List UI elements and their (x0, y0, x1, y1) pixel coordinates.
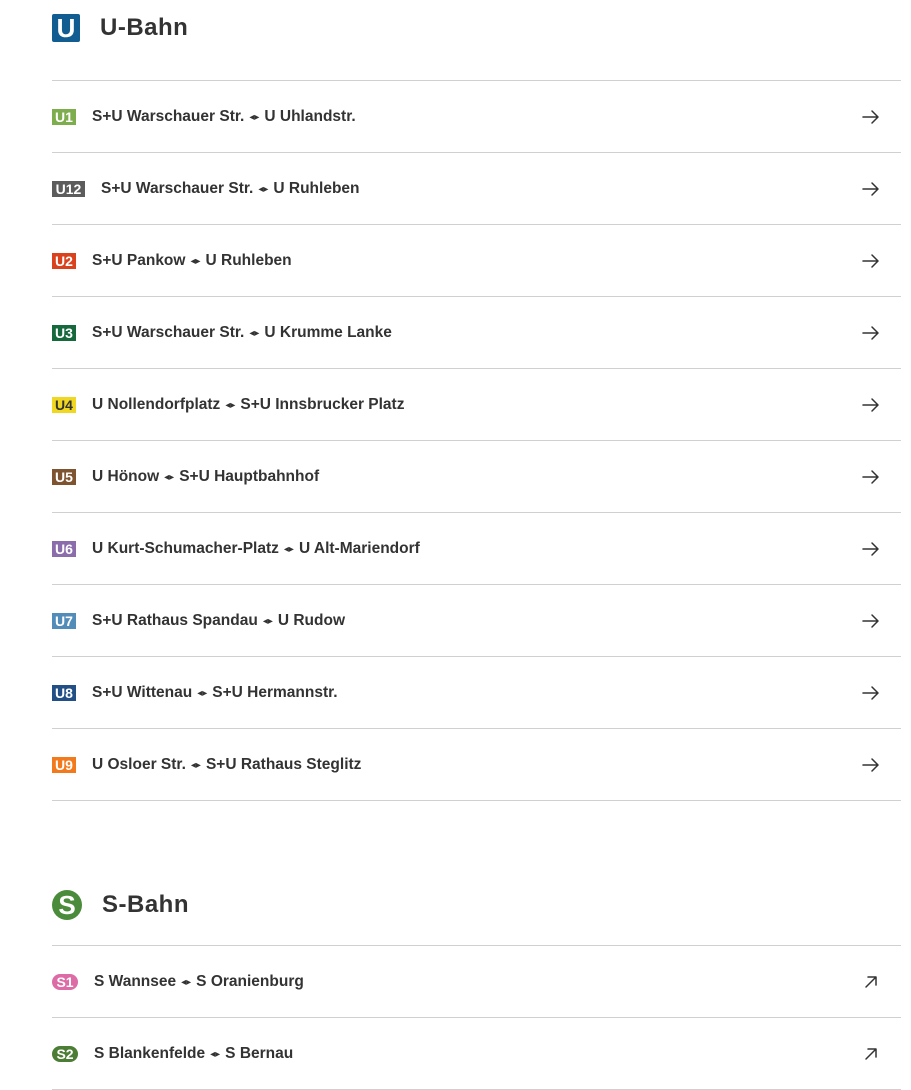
route-text: S Wannsee ◂▸ S Oranienburg (94, 973, 304, 991)
ubahn-line-list: U1 S+U Warschauer Str. ◂▸ U Uhlandstr. U12 S+… (52, 80, 901, 801)
line-row-u7[interactable]: U7 S+U Rathaus Spandau ◂▸ U Rudow (52, 585, 901, 657)
route-text: S+U Pankow ◂▸ U Ruhleben (92, 252, 292, 270)
route-to: S+U Innsbrucker Platz (240, 395, 405, 413)
route-to: U Alt-Mariendorf (298, 539, 420, 557)
line-badge: U2 (52, 252, 76, 269)
route-from: S Blankenfelde (94, 1044, 206, 1062)
bidirectional-arrows-icon: ◂▸ (258, 183, 269, 195)
line-badge: U5 (52, 468, 76, 485)
bidirectional-arrows-icon: ◂▸ (225, 399, 236, 411)
line-badge: U4 (52, 396, 76, 413)
sbahn-line-list: S1 S Wannsee ◂▸ S Oranienburg S2 S Blankenfel… (52, 945, 901, 1090)
bidirectional-arrows-icon: ◂▸ (210, 1048, 221, 1060)
arrow-right-icon (861, 467, 881, 487)
line-badge: U6 (52, 540, 76, 557)
route-from: S+U Warschauer Str. (92, 323, 245, 341)
route-from: U Osloer Str. (92, 755, 186, 773)
route-from: U Hönow (92, 467, 160, 485)
line-badge: U9 (52, 756, 76, 773)
route-text: S+U Wittenau ◂▸ S+U Hermannstr. (92, 684, 338, 702)
route-text: U Kurt-Schumacher-Platz ◂▸ U Alt-Mariendor… (92, 540, 420, 558)
line-badge: U12 (52, 180, 85, 197)
route-text: S+U Warschauer Str. ◂▸ U Uhlandstr. (92, 108, 356, 126)
arrow-right-icon (861, 683, 881, 703)
arrow-right-icon (861, 539, 881, 559)
arrow-right-icon (861, 179, 881, 199)
bidirectional-arrows-icon: ◂▸ (190, 759, 201, 771)
line-badge: U3 (52, 324, 76, 341)
arrow-right-icon (861, 755, 881, 775)
line-badge: U1 (52, 108, 76, 125)
route-to: S Bernau (225, 1044, 294, 1062)
ubahn-title: U-Bahn (100, 14, 189, 41)
route-to: S+U Hauptbahnhof (179, 467, 320, 485)
line-badge: S2 (52, 1045, 78, 1062)
bidirectional-arrows-icon: ◂▸ (249, 327, 260, 339)
ubahn-logo-icon: U (52, 13, 80, 43)
bidirectional-arrows-icon: ◂▸ (249, 111, 260, 123)
arrow-up-right-icon (861, 1044, 881, 1064)
line-row-u4[interactable]: U4 U Nollendorfplatz ◂▸ S+U Innsbrucker Pla… (52, 369, 901, 441)
arrow-right-icon (861, 251, 881, 271)
route-to: U Ruhleben (273, 179, 360, 197)
route-text: U Osloer Str. ◂▸ S+U Rathaus Steglitz (92, 756, 361, 774)
line-row-u3[interactable]: U3 S+U Warschauer Str. ◂▸ U Krumme Lanke (52, 297, 901, 369)
route-text: S+U Rathaus Spandau ◂▸ U Rudow (92, 612, 345, 630)
ubahn-section: U U-Bahn U1 S+U Warschauer Str. ◂▸ U Uhland… (52, 0, 901, 801)
route-to: S Oranienburg (196, 972, 304, 990)
sbahn-logo-icon: S (52, 890, 82, 920)
route-from: S Wannsee (94, 972, 177, 990)
route-from: S+U Pankow (92, 251, 186, 269)
route-to: S+U Rathaus Steglitz (205, 755, 362, 773)
line-row-u8[interactable]: U8 S+U Wittenau ◂▸ S+U Hermannstr. (52, 657, 901, 729)
line-row-u2[interactable]: U2 S+U Pankow ◂▸ U Ruhleben (52, 225, 901, 297)
arrow-right-icon (861, 107, 881, 127)
route-from: S+U Rathaus Spandau (92, 611, 258, 629)
sbahn-title: S-Bahn (102, 891, 189, 918)
bidirectional-arrows-icon: ◂▸ (164, 471, 175, 483)
line-row-u5[interactable]: U5 U Hönow ◂▸ S+U Hauptbahnhof (52, 441, 901, 513)
arrow-right-icon (861, 395, 881, 415)
route-from: S+U Warschauer Str. (101, 179, 254, 197)
route-from: U Nollendorfplatz (92, 395, 221, 413)
route-to: U Uhlandstr. (264, 107, 356, 125)
bidirectional-arrows-icon: ◂▸ (197, 687, 208, 699)
route-text: U Nollendorfplatz ◂▸ S+U Innsbrucker Platz (92, 396, 404, 414)
line-badge: S1 (52, 973, 78, 990)
route-to: U Ruhleben (205, 251, 292, 269)
route-from: S+U Wittenau (92, 683, 193, 701)
arrow-right-icon (861, 323, 881, 343)
bidirectional-arrows-icon: ◂▸ (181, 976, 192, 988)
line-row-u1[interactable]: U1 S+U Warschauer Str. ◂▸ U Uhlandstr. (52, 81, 901, 153)
line-badge: U7 (52, 612, 76, 629)
arrow-right-icon (861, 611, 881, 631)
route-from: U Kurt-Schumacher-Platz (92, 539, 279, 557)
bidirectional-arrows-icon: ◂▸ (190, 255, 201, 267)
route-to: S+U Hermannstr. (212, 683, 338, 701)
route-text: U Hönow ◂▸ S+U Hauptbahnhof (92, 468, 319, 486)
route-text: S+U Warschauer Str. ◂▸ U Krumme Lanke (92, 324, 392, 342)
line-row-u6[interactable]: U6 U Kurt-Schumacher-Platz ◂▸ U Alt-Mariend… (52, 513, 901, 585)
route-from: S+U Warschauer Str. (92, 107, 245, 125)
line-row-s2[interactable]: S2 S Blankenfelde ◂▸ S Bernau (52, 1018, 901, 1090)
route-text: S Blankenfelde ◂▸ S Bernau (94, 1045, 293, 1063)
bidirectional-arrows-icon: ◂▸ (283, 543, 294, 555)
line-row-s1[interactable]: S1 S Wannsee ◂▸ S Oranienburg (52, 946, 901, 1018)
line-row-u9[interactable]: U9 U Osloer Str. ◂▸ S+U Rathaus Steglitz (52, 729, 901, 801)
arrow-up-right-icon (861, 972, 881, 992)
ubahn-header: U U-Bahn (52, 0, 901, 56)
line-row-u12[interactable]: U12 S+U Warschauer Str. ◂▸ U Ruhleben (52, 153, 901, 225)
route-to: U Krumme Lanke (264, 323, 392, 341)
bidirectional-arrows-icon: ◂▸ (262, 615, 273, 627)
route-text: S+U Warschauer Str. ◂▸ U Ruhleben (101, 180, 360, 198)
sbahn-header: S S-Bahn (52, 865, 901, 945)
line-badge: U8 (52, 684, 76, 701)
route-to: U Rudow (277, 611, 346, 629)
sbahn-section: S S-Bahn S1 S Wannsee ◂▸ S Oranienburg S2 S B… (52, 865, 901, 1090)
